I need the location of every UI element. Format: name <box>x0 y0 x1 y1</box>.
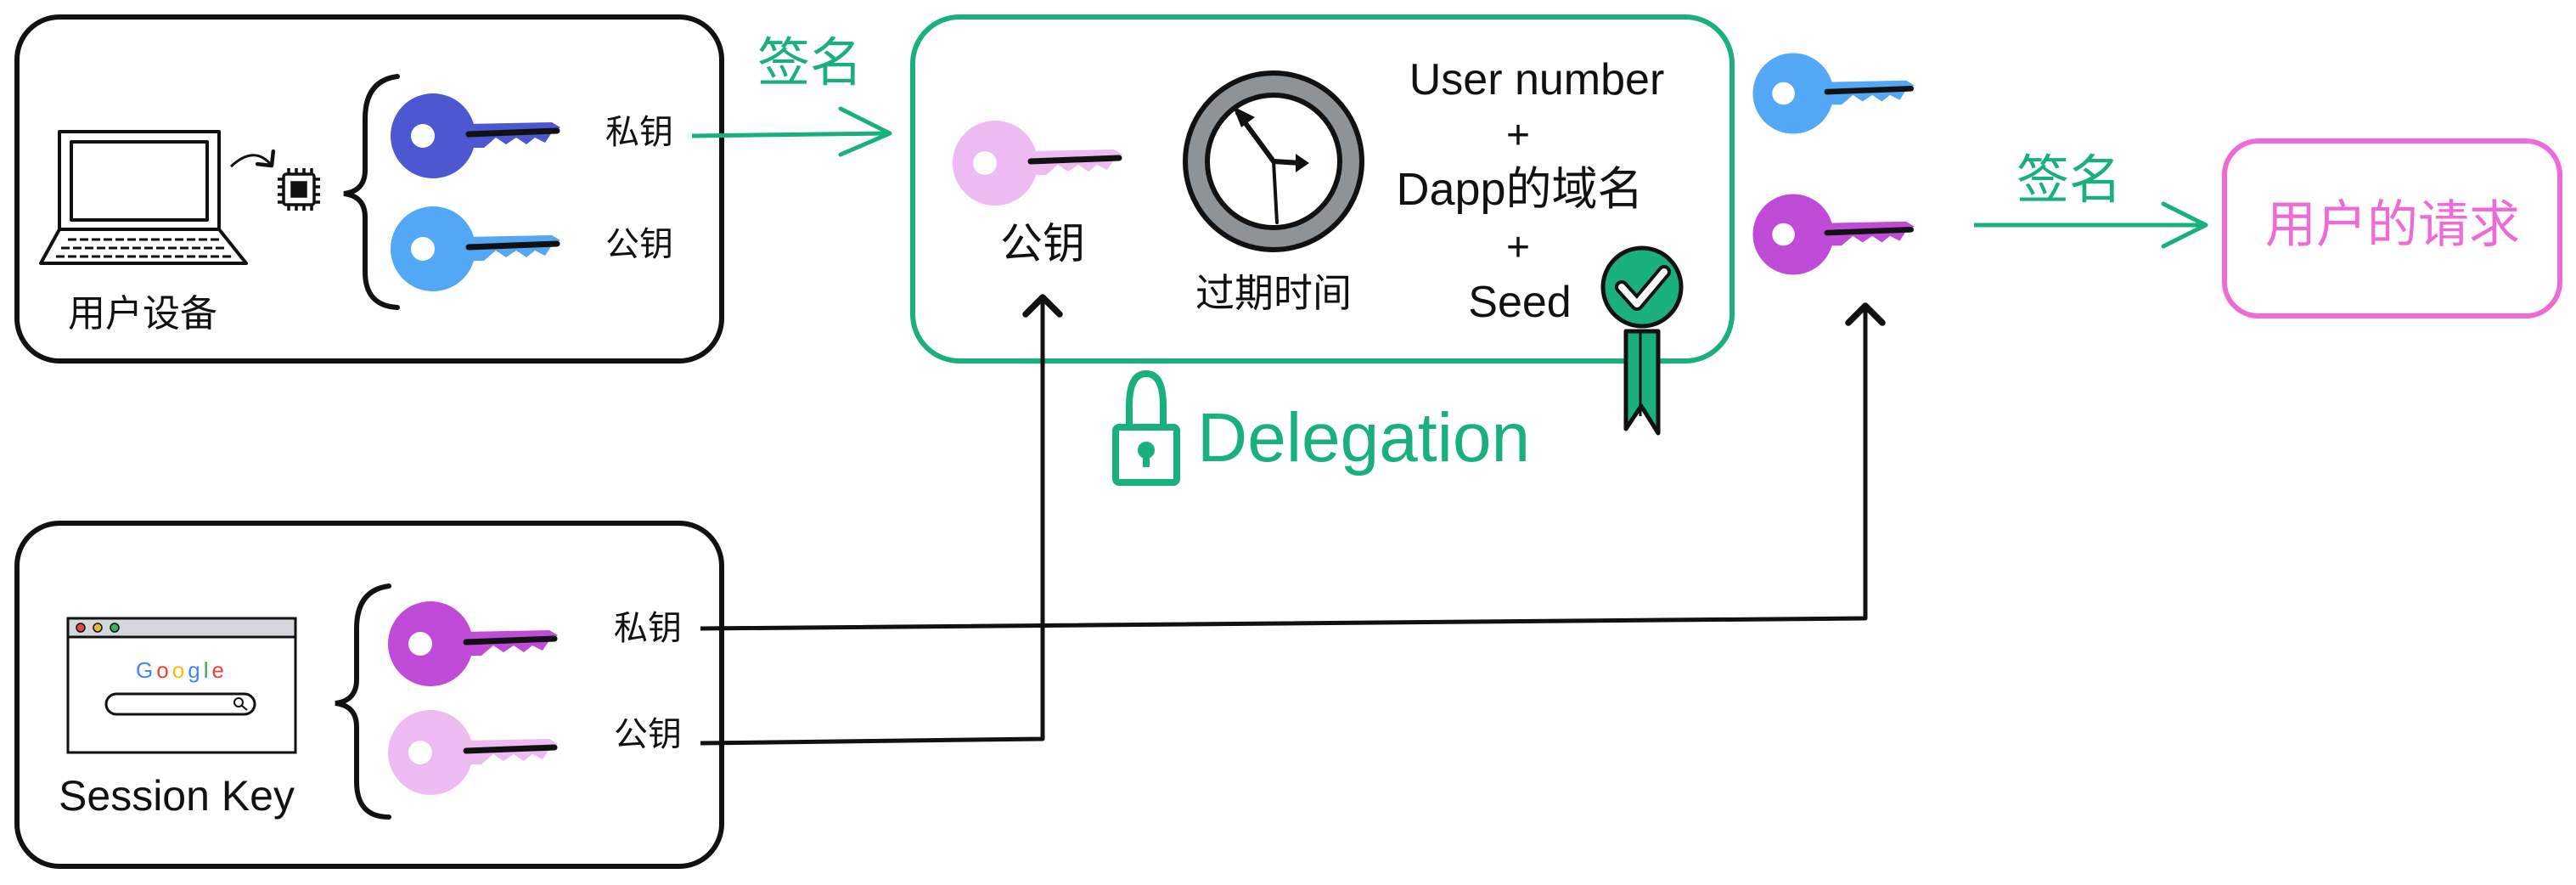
user-public-key-label: 公钥 <box>605 226 673 263</box>
content-line-plus-1: + <box>1505 113 1531 158</box>
lock-icon <box>1112 369 1180 486</box>
delegation-title: Delegation <box>1197 399 1531 476</box>
content-line-seed: Seed <box>1468 278 1572 327</box>
content-line-dapp-domain: Dapp的域名 <box>1396 164 1644 215</box>
session-public-connector <box>700 294 1063 746</box>
light-pink-key-icon <box>388 710 558 795</box>
user-request-label: 用户的请求 <box>2265 196 2520 253</box>
sign-delegation-label: 签名 <box>757 34 863 93</box>
dark-blue-key-icon <box>391 93 560 178</box>
purple-key-icon <box>1752 194 1915 275</box>
laptop-icon <box>39 130 248 265</box>
purple-key-icon <box>388 601 558 686</box>
chip-icon <box>278 168 320 211</box>
user-private-key-label: 私钥 <box>605 114 673 151</box>
session-public-key-label: 公钥 <box>614 716 682 753</box>
expiry-label: 过期时间 <box>1195 271 1352 315</box>
sign-delegation-arrow <box>691 131 888 138</box>
content-line-plus-2: + <box>1505 225 1531 270</box>
google-logo: Google <box>136 657 228 683</box>
light-pink-key-icon <box>953 121 1122 206</box>
user-device-brace <box>343 74 400 310</box>
award-badge-icon <box>1600 245 1684 436</box>
session-private-key-label: 私钥 <box>614 610 682 647</box>
light-blue-key-icon <box>1752 53 1915 134</box>
clock-icon <box>1183 70 1364 252</box>
session-key-label: Session Key <box>59 772 295 820</box>
sign-request-label: 签名 <box>2016 151 2123 210</box>
google-logo-text: Google <box>136 659 228 681</box>
delegation-public-key-label: 公钥 <box>1000 220 1085 268</box>
content-line-user-number: User number <box>1409 55 1665 104</box>
laptop-to-chip-arrow <box>229 149 276 168</box>
session-brace <box>335 583 391 820</box>
user-device-label: 用户设备 <box>68 293 217 335</box>
browser-window-icon <box>66 617 297 754</box>
light-blue-key-icon <box>391 206 560 291</box>
